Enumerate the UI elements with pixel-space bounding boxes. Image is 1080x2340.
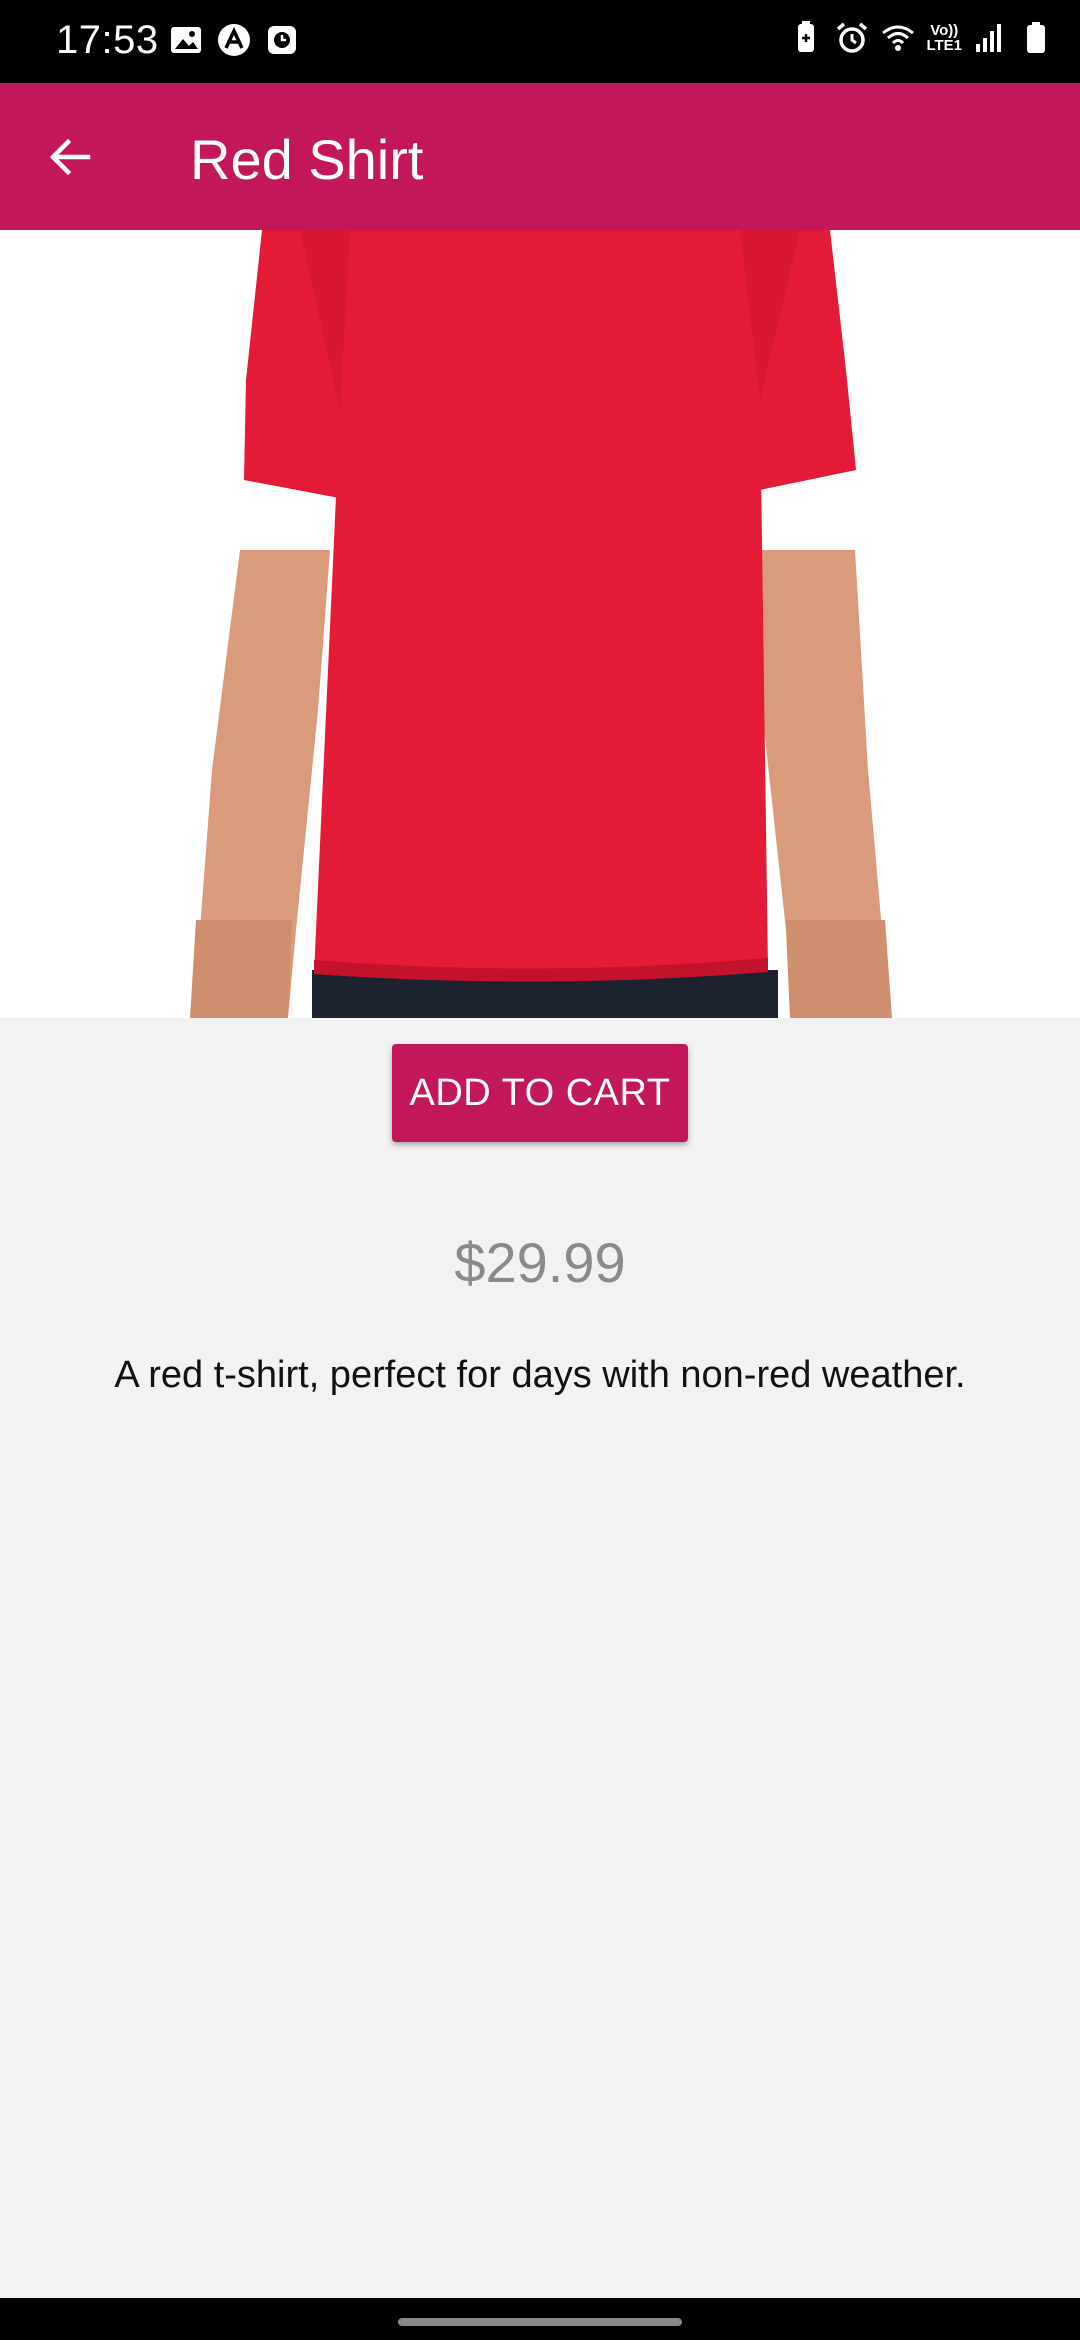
home-handle[interactable] [398,2318,682,2326]
volte-label: Vo)) [930,22,959,39]
navigation-bar [0,2298,1080,2340]
arrow-back-icon [49,138,91,176]
red-shirt-image [190,230,892,1018]
app-bar: Red Shirt [0,83,1080,230]
lte-label: LTE1 [926,37,962,54]
status-left-icons [168,22,300,58]
volte-lte1-icon: Vo)) LTE1 [926,23,962,53]
battery-icon [1027,22,1045,53]
app-circle-icon [218,24,250,56]
image-icon [171,27,201,53]
status-time: 17:53 [56,18,159,62]
status-right-icons: Vo)) LTE1 [788,20,1054,56]
product-description: A red t-shirt, perfect for days with non… [114,1354,966,1396]
wifi-icon [882,25,915,51]
product-price: $29.99 [454,1231,626,1294]
alarm-icon [837,22,868,53]
battery-saver-icon [798,21,815,52]
signal-icon [976,24,1001,52]
page-title: Red Shirt [190,128,424,191]
product-image [0,230,1080,1018]
add-to-cart-button[interactable]: ADD TO CART [392,1044,688,1142]
back-button[interactable] [28,121,112,193]
status-bar: 17:53 Vo)) LTE1 [0,0,1080,83]
clock-badge-icon [268,26,296,54]
